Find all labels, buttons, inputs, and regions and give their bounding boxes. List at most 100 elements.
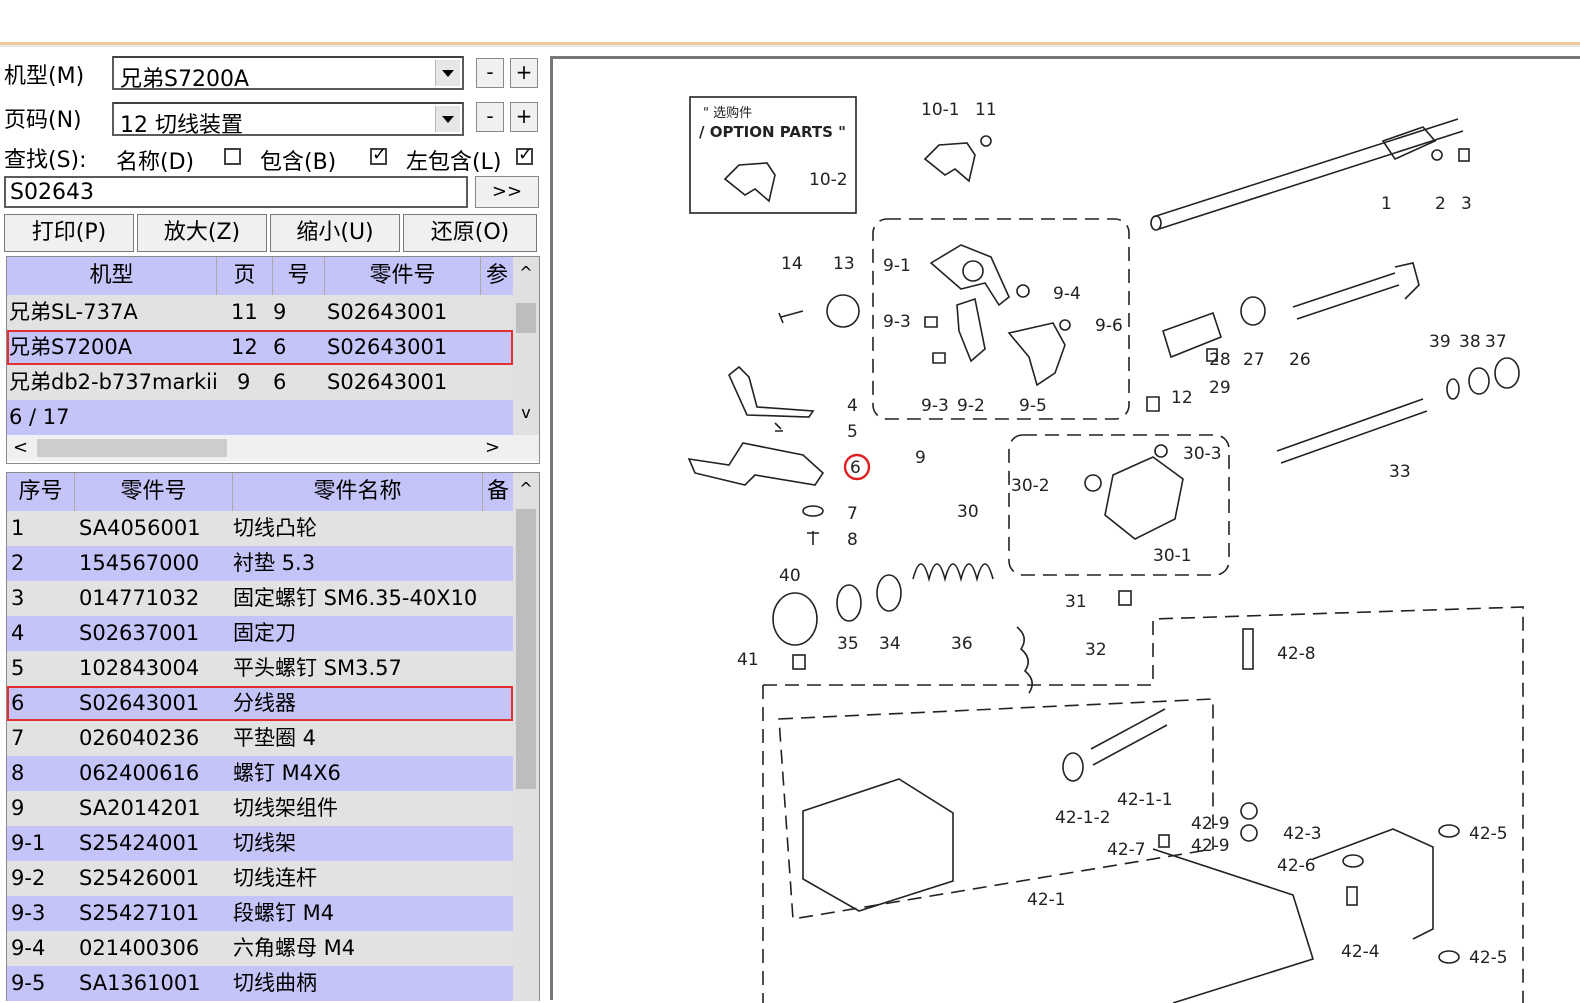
print-button[interactable]: 打印(P) <box>4 214 134 252</box>
model-next-button[interactable]: + <box>510 58 538 88</box>
table-row[interactable]: 兄弟db2-b737markii 9 6 S02643001 <box>7 365 513 400</box>
parts-col-extra[interactable]: 备 <box>483 473 513 511</box>
callout-label[interactable]: 40 <box>779 566 801 586</box>
callout-label[interactable]: 13 <box>833 254 855 274</box>
callout-label[interactable]: 42-8 <box>1277 644 1316 664</box>
usage-col-model[interactable]: 机型 <box>7 257 217 295</box>
chevron-right-icon[interactable]: > <box>485 437 500 458</box>
callout-label[interactable]: 9-1 <box>883 256 911 276</box>
callout-label[interactable]: 10-1 <box>921 100 960 120</box>
usage-vertical-scrollbar[interactable]: ^ v <box>513 257 539 435</box>
restore-button[interactable]: 还原(O) <box>403 214 537 252</box>
chevron-left-icon[interactable]: < <box>13 437 28 458</box>
callout-label[interactable]: 26 <box>1289 350 1311 370</box>
callout-label[interactable]: 42-1-1 <box>1117 790 1173 810</box>
callout-label[interactable]: 29 <box>1209 378 1231 398</box>
usage-col-number[interactable]: 号 <box>273 257 325 295</box>
callout-label[interactable]: 42-4 <box>1341 942 1380 962</box>
table-row[interactable]: 8 062400616 螺钉 M4X6 <box>7 756 513 791</box>
callout-label[interactable]: 42-1-2 <box>1055 808 1111 828</box>
callout-label[interactable]: 28 <box>1209 350 1231 370</box>
page-select[interactable]: 12 切线装置 <box>112 102 464 138</box>
parts-diagram[interactable]: " 选购件 / OPTION PARTS " 10-1 11 10-2 1 2 3 14 13… <box>550 56 1580 1003</box>
table-row[interactable]: 9-3 S25427101 段螺钉 M4 <box>7 896 513 931</box>
scroll-thumb[interactable] <box>516 509 536 789</box>
table-row[interactable]: 5 102843004 平头螺钉 SM3.57 <box>7 651 513 686</box>
chevron-down-icon[interactable] <box>435 106 460 132</box>
callout-label[interactable]: 30-3 <box>1183 444 1222 464</box>
callout-label[interactable]: 3 <box>1461 194 1472 214</box>
callout-label[interactable]: 31 <box>1065 592 1087 612</box>
chevron-down-icon[interactable]: v <box>513 403 539 422</box>
table-row[interactable]: 9-2 S25426001 切线连杆 <box>7 861 513 896</box>
chevron-up-icon[interactable]: ^ <box>513 263 539 282</box>
table-row[interactable]: 9-4 021400306 六角螺母 M4 <box>7 931 513 966</box>
scroll-thumb[interactable] <box>37 439 227 457</box>
callout-label[interactable]: 42-5 <box>1469 948 1508 968</box>
parts-col-index[interactable]: 序号 <box>7 473 75 511</box>
usage-col-part-no[interactable]: 零件号 <box>325 257 481 295</box>
chevron-down-icon[interactable] <box>435 60 460 86</box>
callout-label[interactable]: 42-1 <box>1027 890 1066 910</box>
option-contain-checkbox[interactable] <box>370 144 387 165</box>
callout-label[interactable]: 9 <box>915 448 926 468</box>
callout-label[interactable]: 9-3 <box>883 312 911 332</box>
model-select[interactable]: 兄弟S7200A <box>112 56 464 92</box>
callout-label[interactable]: 9-3 <box>921 396 949 416</box>
chevron-up-icon[interactable]: ^ <box>513 479 539 498</box>
callout-label[interactable]: 30-1 <box>1153 546 1192 566</box>
callout-label[interactable]: 12 <box>1171 388 1193 408</box>
callout-label[interactable]: 32 <box>1085 640 1107 660</box>
callout-label[interactable]: 9-2 <box>957 396 985 416</box>
callout-label[interactable]: 30-2 <box>1011 476 1050 496</box>
page-prev-button[interactable]: - <box>476 102 504 132</box>
callout-label[interactable]: 9-4 <box>1053 284 1081 304</box>
callout-label[interactable]: 42-3 <box>1283 824 1322 844</box>
table-row[interactable]: 9 SA2014201 切线架组件 <box>7 791 513 826</box>
usage-col-page[interactable]: 页 <box>217 257 273 295</box>
zoom-in-button[interactable]: 放大(Z) <box>137 214 267 252</box>
table-row[interactable]: 7 026040236 平垫圈 4 <box>7 721 513 756</box>
callout-label[interactable]: 33 <box>1389 462 1411 482</box>
table-row[interactable]: 9-1 S25424001 切线架 <box>7 826 513 861</box>
callout-label[interactable]: 5 <box>847 422 858 442</box>
callout-label[interactable]: 4 <box>847 396 858 416</box>
callout-label[interactable]: 42-6 <box>1277 856 1316 876</box>
parts-col-name[interactable]: 零件名称 <box>233 473 483 511</box>
table-row[interactable]: 1 SA4056001 切线凸轮 <box>7 511 513 546</box>
callout-label[interactable]: 37 <box>1485 332 1507 352</box>
callout-label[interactable]: 8 <box>847 530 858 550</box>
page-next-button[interactable]: + <box>510 102 538 132</box>
table-row[interactable]: 3 014771032 固定螺钉 SM6.35-40X10 <box>7 581 513 616</box>
callout-label[interactable]: 34 <box>879 634 901 654</box>
callout-label[interactable]: 11 <box>975 100 997 120</box>
callout-label[interactable]: 36 <box>951 634 973 654</box>
table-row[interactable]: 9-5 SA1361001 切线曲柄 <box>7 966 513 1001</box>
option-name-checkbox[interactable] <box>224 148 241 165</box>
parts-col-part-no[interactable]: 零件号 <box>75 473 233 511</box>
callout-label[interactable]: 42-9 <box>1191 814 1230 834</box>
scroll-thumb[interactable] <box>516 303 536 333</box>
callout-label[interactable]: 41 <box>737 650 759 670</box>
callout-label[interactable]: 1 <box>1381 194 1392 214</box>
callout-label[interactable]: 27 <box>1243 350 1265 370</box>
table-row[interactable]: 兄弟SL-737A 11 9 S02643001 <box>7 295 513 330</box>
zoom-out-button[interactable]: 缩小(U) <box>270 214 400 252</box>
model-prev-button[interactable]: - <box>476 58 504 88</box>
table-row[interactable]: 2 154567000 衬垫 5.3 <box>7 546 513 581</box>
callout-label[interactable]: 14 <box>781 254 803 274</box>
parts-vertical-scrollbar[interactable]: ^ <box>513 473 539 1001</box>
callout-label[interactable]: 7 <box>847 504 858 524</box>
callout-label[interactable]: 39 <box>1429 332 1451 352</box>
callout-label[interactable]: 9-6 <box>1095 316 1123 336</box>
callout-label[interactable]: 6 <box>850 458 861 478</box>
callout-label[interactable]: 38 <box>1459 332 1481 352</box>
callout-label[interactable]: 2 <box>1435 194 1446 214</box>
callout-label[interactable]: 42-9 <box>1191 836 1230 856</box>
callout-label[interactable]: 35 <box>837 634 859 654</box>
usage-horizontal-scrollbar[interactable]: < > <box>7 435 539 461</box>
callout-label[interactable]: 10-2 <box>809 170 848 190</box>
table-row-selected[interactable]: 6 S02643001 分线器 <box>7 686 513 721</box>
table-row-selected[interactable]: 兄弟S7200A 12 6 S02643001 <box>7 330 513 365</box>
callout-label[interactable]: 42-7 <box>1107 840 1146 860</box>
